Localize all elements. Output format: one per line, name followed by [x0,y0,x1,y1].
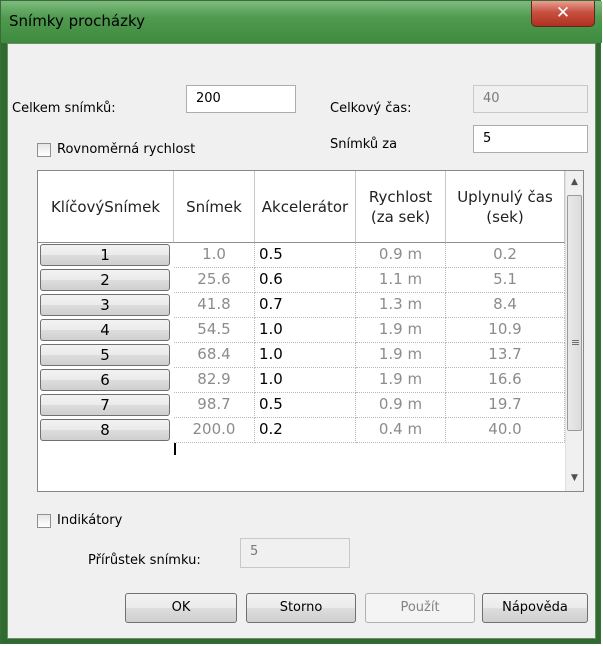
frame-cell: 41.8 [174,293,255,318]
ok-button[interactable]: OK [125,593,237,623]
accelerator-cell[interactable]: 0.5 [255,393,356,418]
frame-cell: 68.4 [174,343,255,368]
elapsed-cell: 40.0 [446,418,565,443]
total-time-input[interactable]: 40 [473,85,588,113]
accelerator-cell[interactable]: 0.2 [255,418,356,443]
total-frames-input[interactable]: 200 [186,85,296,113]
frame-cell: 54.5 [174,318,255,343]
walkthrough-frames-dialog: Snímky procházky ✕ Celkem snímků: 200 Ce… [0,0,602,644]
scroll-down-icon[interactable]: ▼ [566,469,583,487]
uniform-speed-label: Rovnoměrná rychlost [57,142,196,157]
close-icon: ✕ [555,3,571,23]
apply-button[interactable]: Použít [365,593,475,623]
indicators-checkbox[interactable] [37,514,51,528]
elapsed-cell: 0.2 [446,243,565,268]
keyframe-button[interactable]: 3 [40,294,170,316]
elapsed-cell: 10.9 [446,318,565,343]
frame-cell: 25.6 [174,268,255,293]
total-frames-label: Celkem snímků: [12,101,116,116]
indicators-label: Indikátory [57,513,123,528]
frame-cell: 200.0 [174,418,255,443]
accelerator-cell[interactable]: 0.7 [255,293,356,318]
total-time-label: Celkový čas: [330,101,412,116]
accelerator-cell[interactable]: 0.5 [255,243,356,268]
accelerator-cell[interactable]: 1.0 [255,368,356,393]
frames-per-input[interactable]: 5 [473,125,588,153]
keyframe-button[interactable]: 2 [40,269,170,291]
speed-cell: 1.9 m [356,343,446,368]
keyframe-button[interactable]: 5 [40,344,170,366]
frame-increment-input[interactable]: 5 [240,538,350,568]
new-row-caret [174,443,176,455]
elapsed-cell: 8.4 [446,293,565,318]
speed-cell: 0.9 m [356,243,446,268]
help-button[interactable]: Nápověda [482,593,588,623]
frame-cell: 1.0 [174,243,255,268]
keyframe-button[interactable]: 7 [40,394,170,416]
speed-cell: 0.9 m [356,393,446,418]
frame-cell: 82.9 [174,368,255,393]
speed-cell: 1.3 m [356,293,446,318]
dialog-body: Celkem snímků: 200 Celkový čas: 40 Rovno… [7,43,596,639]
uniform-speed-checkbox[interactable] [37,143,51,157]
frame-cell: 98.7 [174,393,255,418]
dialog-title: Snímky procházky [9,12,145,30]
scroll-up-icon[interactable]: ▲ [566,173,583,191]
header-elapsed[interactable]: Uplynulý čas (sek) [446,171,565,243]
header-frame[interactable]: Snímek [174,171,255,243]
elapsed-cell: 5.1 [446,268,565,293]
scroll-thumb[interactable]: ≡ [567,195,582,431]
header-speed[interactable]: Rychlost (za sek) [356,171,446,243]
speed-cell: 0.4 m [356,418,446,443]
frames-per-label: Snímků za [330,137,398,152]
cancel-button[interactable]: Storno [246,593,356,623]
close-button[interactable]: ✕ [531,1,595,27]
scroll-grip-icon: ≡ [570,336,581,349]
accelerator-cell[interactable]: 0.6 [255,268,356,293]
speed-cell: 1.9 m [356,318,446,343]
speed-cell: 1.1 m [356,268,446,293]
keyframe-button[interactable]: 8 [40,419,170,441]
elapsed-cell: 13.7 [446,343,565,368]
keyframe-button[interactable]: 1 [40,244,170,266]
header-keyframe[interactable]: KlíčovýSnímek [38,171,174,243]
accelerator-cell[interactable]: 1.0 [255,318,356,343]
table-scrollbar[interactable]: ▲ ≡ ▼ [565,171,583,491]
keyframe-button[interactable]: 4 [40,319,170,341]
frame-increment-label: Přírůstek snímku: [88,553,201,568]
speed-cell: 1.9 m [356,368,446,393]
elapsed-cell: 19.7 [446,393,565,418]
accelerator-cell[interactable]: 1.0 [255,343,356,368]
keyframe-table: KlíčovýSnímek Snímek Akcelerátor Rychlos… [37,170,584,492]
title-bar[interactable]: Snímky procházky ✕ [1,1,602,43]
keyframe-button[interactable]: 6 [40,369,170,391]
elapsed-cell: 16.6 [446,368,565,393]
header-accelerator[interactable]: Akcelerátor [255,171,356,243]
